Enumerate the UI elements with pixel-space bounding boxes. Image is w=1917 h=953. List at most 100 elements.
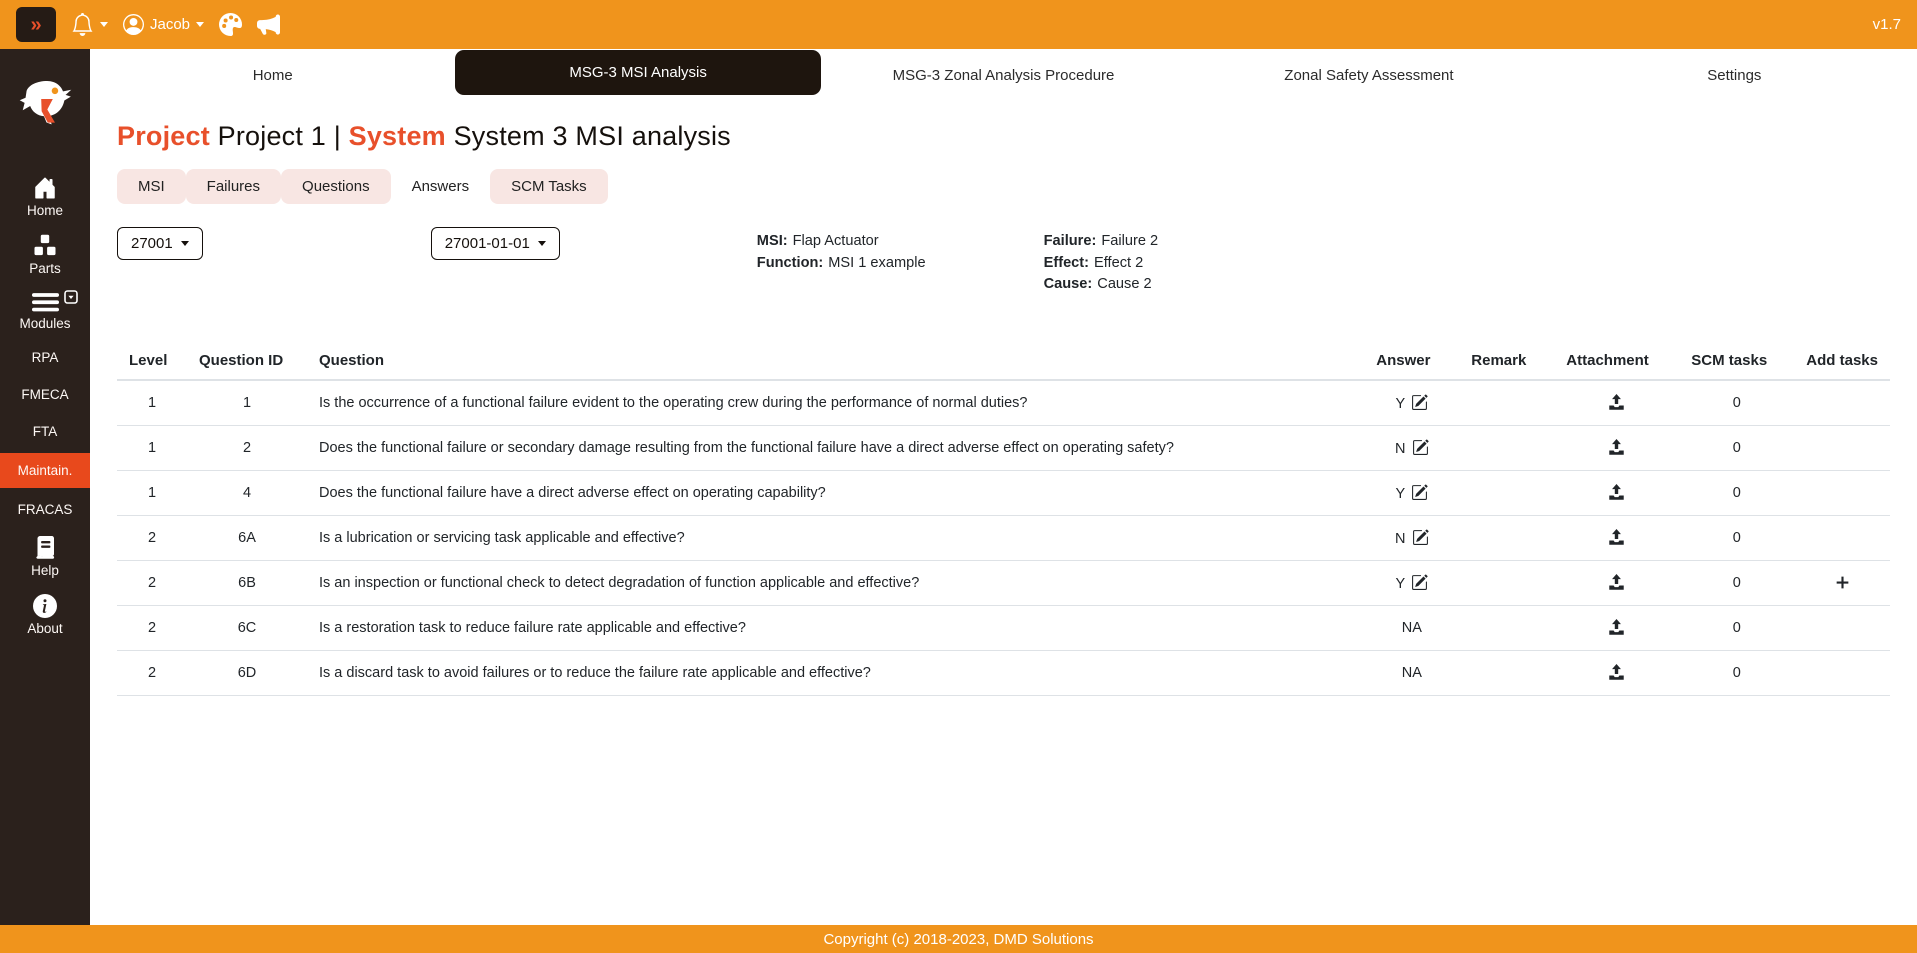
answer-cell: N [1364,514,1460,560]
failure-label: Failure: [1043,233,1097,249]
sidebar-item-fracas[interactable]: FRACAS [0,491,90,528]
table-row: 2 6B Is an inspection or functional check … [117,559,1890,605]
chevron-down-icon [537,241,546,246]
app-version: v1.7 [1872,16,1901,33]
sidebar-item-modules[interactable]: Modules [0,284,90,339]
plus-icon[interactable] [1834,574,1851,591]
main-content: Home MSG-3 MSI Analysis MSG-3 Zonal Analys… [90,49,1917,925]
nav-tab-zonal-safety-assessment[interactable]: Zonal Safety Assessment [1186,67,1551,84]
question-cell: Is the occurrence of a functional failur… [307,379,1365,425]
sidebar-item-label: Home [26,203,63,218]
column-header-attachment: Attachment [1554,341,1680,381]
tab-questions[interactable]: Questions [281,169,391,204]
attachment-cell [1554,559,1680,605]
question-id-cell: 6C [187,604,307,650]
nav-tab-home[interactable]: Home [90,67,455,84]
msi-select-value: 27001 [131,235,173,252]
edit-icon[interactable] [1411,574,1428,591]
column-header-level: Level [117,341,187,381]
notifications-menu[interactable] [71,13,108,36]
column-header-question-id: Question ID [187,341,307,381]
remark-cell [1459,559,1555,605]
remark-cell [1459,514,1555,560]
answer-cell: Y [1364,469,1460,515]
scm-tasks-cell: 0 [1679,469,1795,515]
failure-select-dropdown[interactable]: 27001-01-01 [430,227,560,260]
upload-icon[interactable] [1608,483,1625,501]
content-tabs: MSI Failures Questions Answers SCM Tasks [117,169,1890,204]
sidebar-item-fmeca[interactable]: FMECA [0,376,90,413]
upload-icon[interactable] [1608,438,1625,456]
sidebar-item-about[interactable]: About [0,586,90,644]
question-id-cell: 6D [187,649,307,696]
nav-tab-msg-3-zonal-analysis-procedure[interactable]: MSG-3 Zonal Analysis Procedure [821,67,1186,84]
title-separator: | [333,121,341,151]
level-cell: 2 [117,604,187,650]
tab-msi[interactable]: MSI [117,169,186,204]
answer-cell: NA [1364,604,1460,650]
edit-icon[interactable] [1412,439,1429,456]
attachment-cell [1554,649,1680,696]
add-tasks-cell [1794,379,1890,425]
bell-icon [71,13,94,36]
add-tasks-cell [1794,559,1890,605]
question-cell: Does the functional failure have a direc… [307,469,1365,515]
page-title: Project Project 1 | System System 3 MSI … [117,121,1890,152]
module-nav: Home MSG-3 MSI Analysis MSG-3 Zonal Analys… [90,49,1917,101]
column-header-add-tasks: Add tasks [1794,341,1890,381]
system-name: System 3 MSI analysis [453,121,731,151]
upload-icon[interactable] [1608,663,1625,681]
answer-cell: Y [1364,379,1460,425]
upload-icon[interactable] [1608,573,1625,591]
question-id-cell: 6A [187,514,307,560]
user-menu[interactable]: Jacob [123,14,205,35]
question-cell: Is a lubrication or servicing task appli… [307,514,1365,560]
tab-scm-tasks[interactable]: SCM Tasks [490,169,608,204]
failure-details: Failure: Failure 2 Effect: Effect 2 Cause:… [1044,231,1159,296]
scm-tasks-cell: 0 [1679,379,1795,425]
sidebar-item-home[interactable]: Home [0,168,90,226]
answer-value: Y [1395,485,1406,502]
effect-value: Effect 2 [1094,254,1144,271]
upload-icon[interactable] [1608,393,1625,411]
edit-icon[interactable] [1411,484,1428,501]
help-icon [33,536,57,560]
sidebar-item-fta[interactable]: FTA [0,413,90,450]
sidebar-item-help[interactable]: Help [0,528,90,586]
upload-icon[interactable] [1608,528,1625,546]
megaphone-icon[interactable] [257,13,281,36]
add-tasks-cell [1794,424,1890,470]
sidebar-item-label: FRACAS [17,502,73,517]
nav-tab-msg-3-msi-analysis[interactable]: MSG-3 MSI Analysis [455,49,821,95]
app-logo-bird-icon[interactable] [18,75,73,140]
level-cell: 1 [117,379,187,425]
attachment-cell [1554,514,1680,560]
sidebar-item-label: Parts [29,261,61,276]
chevron-down-icon [100,22,108,27]
upload-icon[interactable] [1608,618,1625,636]
parts-icon [33,234,57,258]
home-icon [33,176,57,200]
sidebar-item-rpa[interactable]: RPA [0,339,90,376]
edit-icon[interactable] [1412,529,1429,546]
table-row: 1 2 Does the functional failure or seconda… [117,424,1890,470]
tab-answers[interactable]: Answers [390,169,491,204]
nav-tab-settings[interactable]: Settings [1552,67,1917,84]
answer-value: NA [1401,664,1422,681]
sidebar-expand-button[interactable]: » [16,7,56,42]
question-cell: Is an inspection or functional check to … [307,559,1365,605]
palette-icon[interactable] [219,13,243,36]
sidebar: Home Parts Modules RPA FMECA FTA Maintain. FRAC… [0,49,90,925]
failure-select-value: 27001-01-01 [444,235,530,252]
edit-icon[interactable] [1411,394,1428,411]
sidebar-item-parts[interactable]: Parts [0,226,90,284]
msi-details: MSI: Flap Actuator Function: MSI 1 example [757,231,926,274]
msi-select-dropdown[interactable]: 27001 [117,227,203,260]
attachment-cell [1554,604,1680,650]
table-row: 1 4 Does the functional failure have a dir… [117,469,1890,515]
sidebar-item-label: About [27,621,63,636]
cause-value: Cause 2 [1097,276,1152,292]
effect-label: Effect: [1043,254,1090,271]
tab-failures[interactable]: Failures [185,169,282,204]
sidebar-item-maintain[interactable]: Maintain. [0,453,90,488]
